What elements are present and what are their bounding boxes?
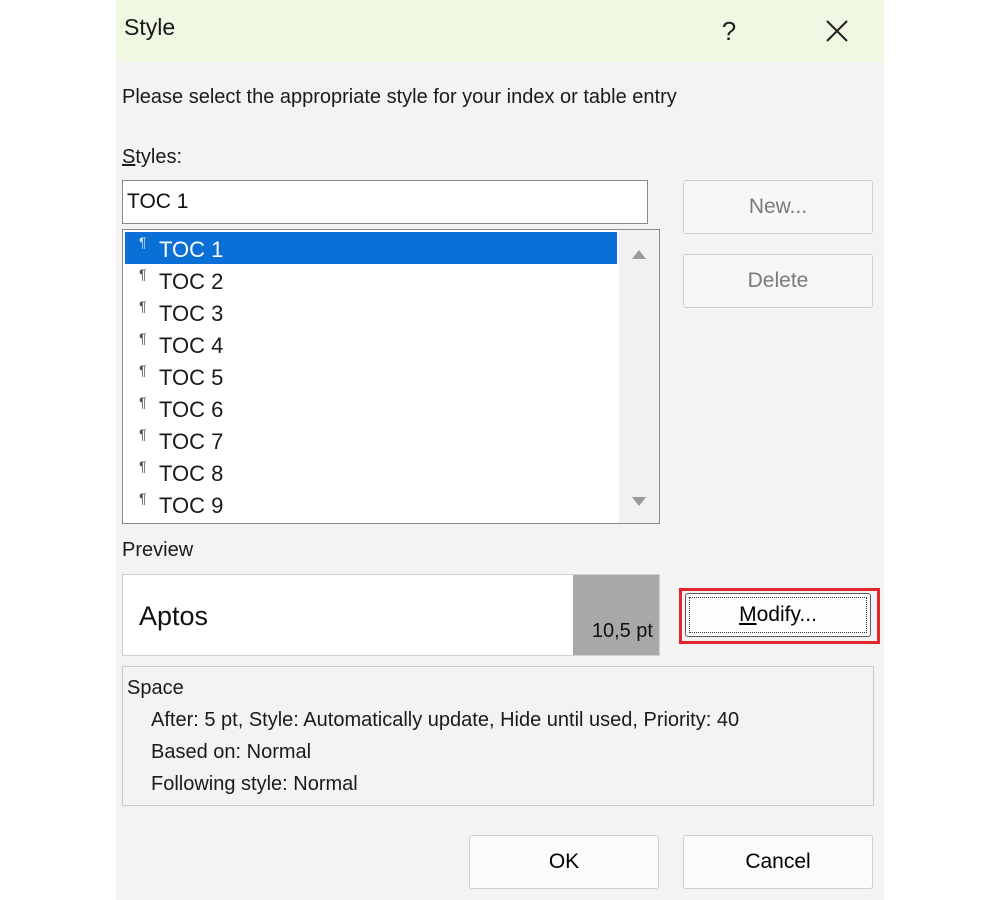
list-item-label: TOC 1: [159, 237, 224, 262]
new-button[interactable]: New...: [683, 180, 873, 234]
description-line: Based on: Normal: [151, 741, 312, 763]
scroll-down-arrow-icon[interactable]: [631, 496, 647, 508]
style-dialog: Style ? Please select the appropriate st…: [116, 0, 884, 900]
paragraph-icon: ¶: [139, 394, 147, 410]
list-item-label: TOC 7: [159, 429, 224, 454]
dialog-title: Style: [124, 14, 176, 40]
list-item[interactable]: ¶ TOC 2: [125, 264, 617, 296]
list-item-label: TOC 3: [159, 301, 224, 326]
styles-listbox[interactable]: ¶ TOC 1 ¶ TOC 2 ¶ TOC 3 ¶ TOC 4 ¶ TOC 5 …: [122, 229, 660, 524]
paragraph-icon: ¶: [139, 298, 147, 314]
preview-size-area: 10,5 pt: [573, 575, 659, 655]
list-item[interactable]: ¶ TOC 6: [125, 392, 617, 424]
list-item-label: TOC 6: [159, 397, 224, 422]
help-button[interactable]: ?: [704, 6, 754, 56]
list-item[interactable]: ¶ TOC 5: [125, 360, 617, 392]
modify-button[interactable]: Modify...: [685, 593, 871, 637]
instruction-text: Please select the appropriate style for …: [122, 86, 677, 108]
list-item-label: TOC 2: [159, 269, 224, 294]
preview-font-size: 10,5 pt: [591, 620, 653, 642]
list-item-label: TOC 5: [159, 365, 224, 390]
scroll-up-arrow-icon[interactable]: [631, 248, 647, 260]
list-item-label: TOC 8: [159, 461, 224, 486]
paragraph-icon: ¶: [139, 266, 147, 282]
paragraph-icon: ¶: [139, 490, 147, 506]
close-icon: [826, 20, 848, 42]
paragraph-icon: ¶: [139, 426, 147, 442]
styles-label-rest: tyles:: [135, 146, 183, 168]
description-heading: Space: [127, 677, 184, 699]
list-item[interactable]: ¶ TOC 3: [125, 296, 617, 328]
preview-box: Aptos 10,5 pt: [122, 574, 660, 656]
paragraph-icon: ¶: [139, 458, 147, 474]
paragraph-icon: ¶: [139, 362, 147, 378]
style-name-input[interactable]: [122, 180, 648, 224]
close-button[interactable]: [812, 6, 862, 56]
list-scrollbar[interactable]: [619, 230, 659, 523]
help-icon: ?: [721, 15, 737, 46]
list-item-label: TOC 4: [159, 333, 224, 358]
list-item-label: TOC 9: [159, 493, 224, 518]
styles-label: Styles:: [122, 146, 182, 169]
list-item[interactable]: ¶ TOC 4: [125, 328, 617, 360]
cancel-button[interactable]: Cancel: [683, 835, 873, 889]
focus-ring: [689, 597, 867, 633]
title-bar: Style ?: [116, 0, 884, 62]
styles-label-mnemonic: S: [122, 146, 136, 168]
delete-button[interactable]: Delete: [683, 254, 873, 308]
description-line: Following style: Normal: [151, 773, 358, 795]
paragraph-icon: ¶: [139, 330, 147, 346]
list-item[interactable]: ¶ TOC 8: [125, 456, 617, 488]
preview-label: Preview: [122, 539, 194, 561]
description-line: After: 5 pt, Style: Automatically update…: [151, 709, 740, 731]
list-item[interactable]: ¶ TOC 7: [125, 424, 617, 456]
list-item[interactable]: ¶ TOC 9: [125, 488, 617, 520]
ok-button[interactable]: OK: [469, 835, 659, 889]
list-item[interactable]: ¶ TOC 1: [125, 232, 617, 264]
style-description: Space After: 5 pt, Style: Automatically …: [122, 666, 874, 806]
paragraph-icon: ¶: [139, 234, 147, 250]
preview-font-name: Aptos: [139, 601, 209, 631]
